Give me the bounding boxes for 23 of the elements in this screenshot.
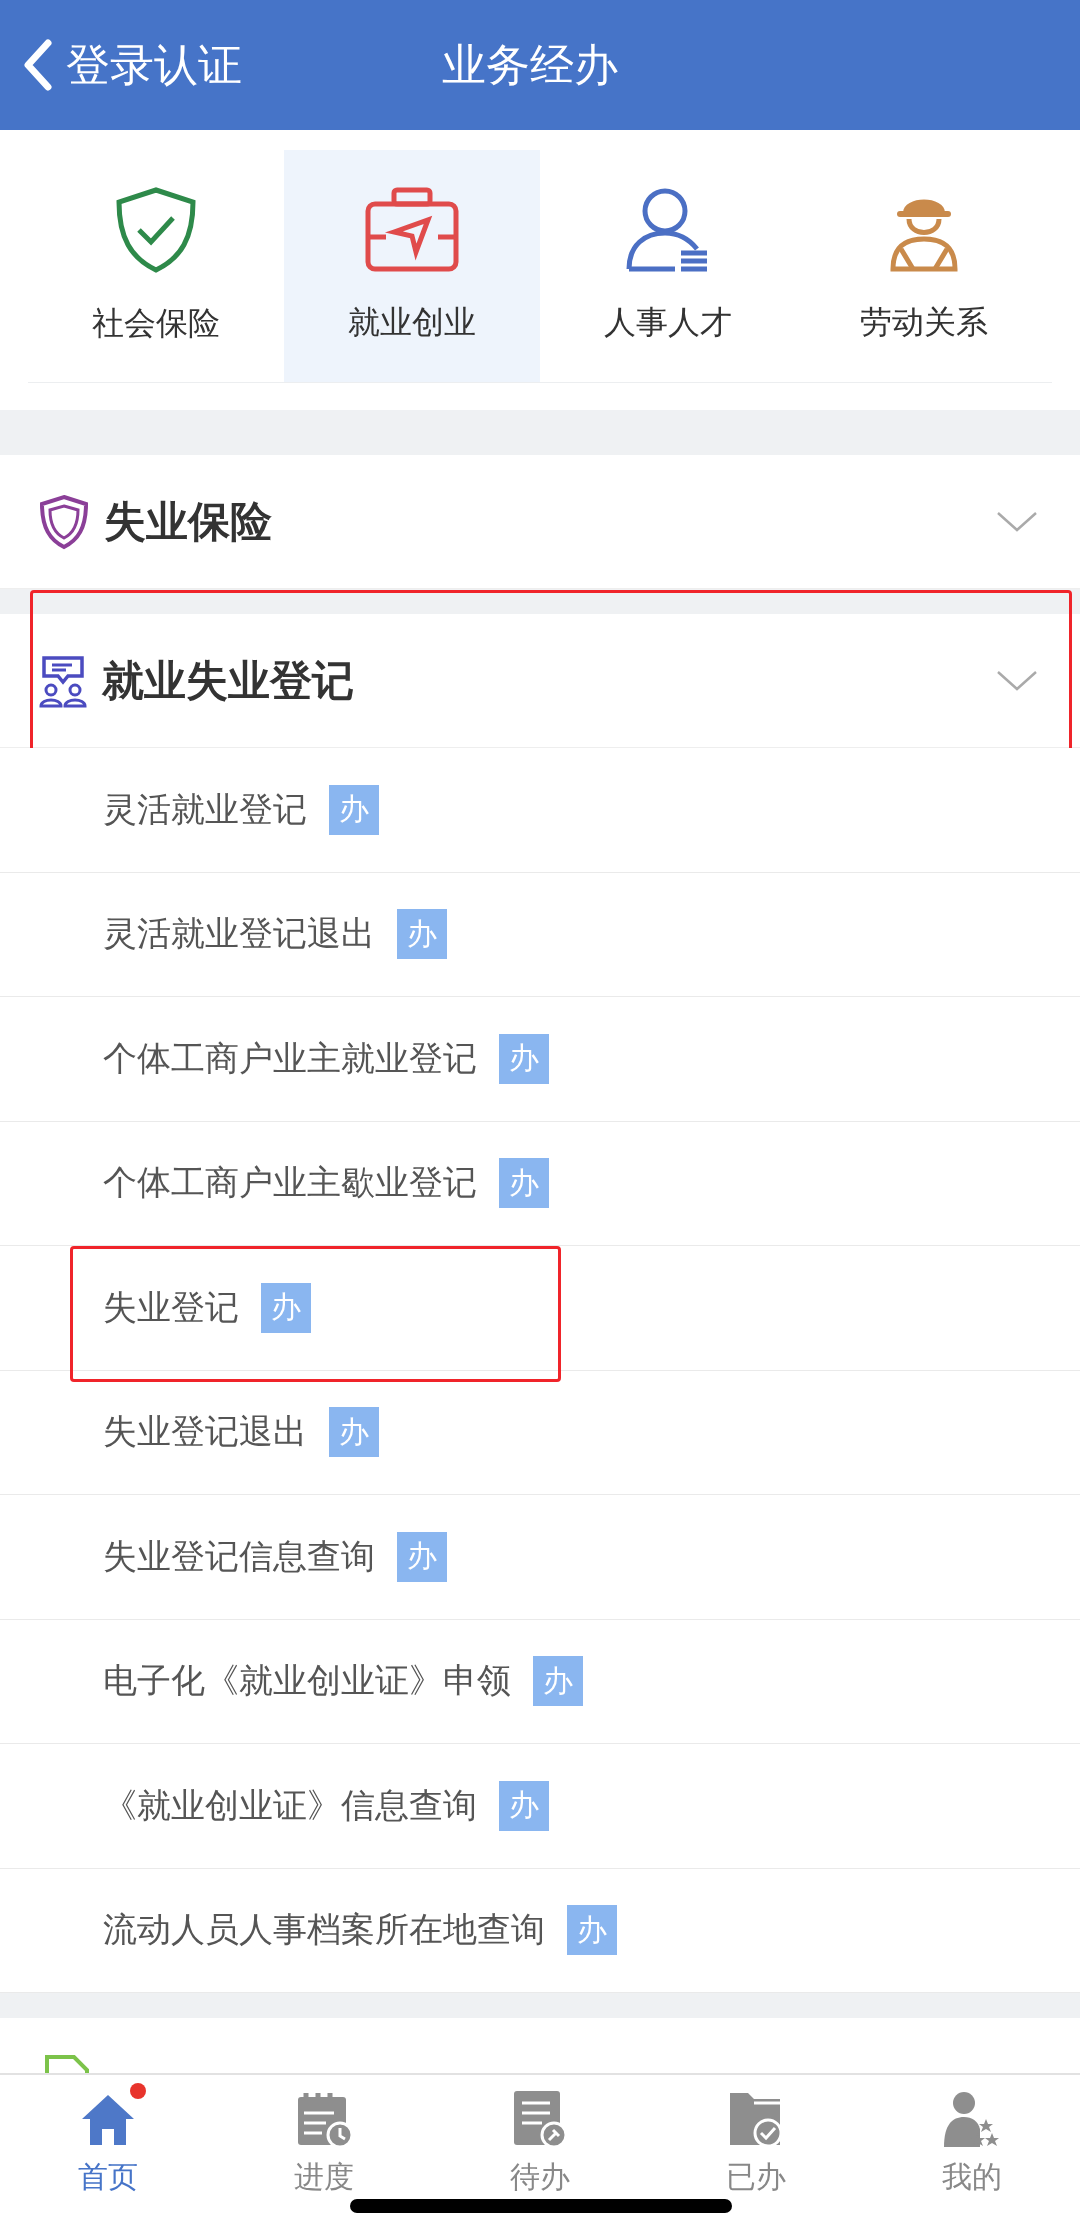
back-icon: [22, 39, 52, 91]
chevron-down-icon: [996, 669, 1038, 692]
page-title: 业务经办: [442, 37, 618, 92]
handle-badge: 办: [329, 784, 379, 835]
handle-badge: 办: [533, 1656, 583, 1707]
handle-badge: 办: [329, 1407, 379, 1458]
chevron-down-icon: [996, 510, 1038, 533]
handle-badge: 办: [397, 909, 447, 960]
handle-badge: 办: [499, 1158, 549, 1209]
handle-badge: 办: [499, 1033, 549, 1084]
people-chat-icon: [38, 653, 88, 708]
back-button[interactable]: 登录认证: [22, 35, 442, 95]
handle-badge: 办: [567, 1905, 617, 1956]
category-tab[interactable]: 人事人才: [540, 150, 796, 382]
shield-icon: [38, 493, 90, 550]
service-item[interactable]: 灵活就业登记 办: [0, 748, 1080, 873]
handle-badge: 办: [261, 1282, 311, 1333]
category-tab[interactable]: 就业创业: [284, 150, 540, 382]
handle-badge: 办: [397, 1531, 447, 1582]
handle-badge: 办: [499, 1780, 549, 1831]
briefcase-icon: [364, 187, 460, 273]
category-tab[interactable]: 社会保险: [28, 150, 284, 382]
category-tab[interactable]: 劳动关系: [796, 150, 1052, 382]
